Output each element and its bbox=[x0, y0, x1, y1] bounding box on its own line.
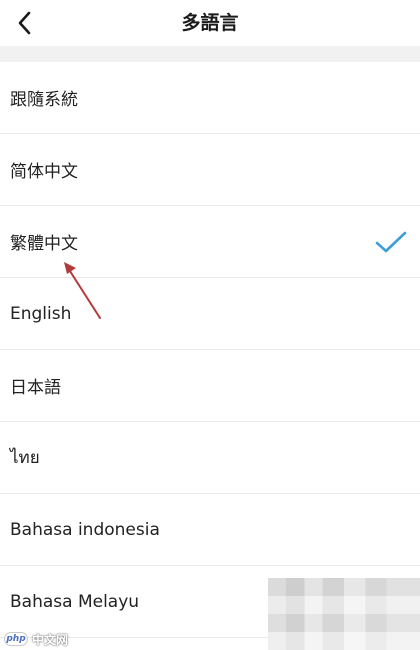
language-label: 跟隨系統 bbox=[10, 90, 78, 110]
language-item-traditional-chinese[interactable]: 繁體中文 bbox=[0, 206, 420, 278]
language-list: 跟隨系統 简体中文 繁體中文 English 日本語 ไทย Bahasa in… bbox=[0, 62, 420, 638]
pixelated-overlay bbox=[268, 578, 420, 650]
language-item-thai[interactable]: ไทย bbox=[0, 422, 420, 494]
language-item-english[interactable]: English bbox=[0, 278, 420, 350]
header-separator bbox=[0, 46, 420, 62]
language-label: ไทย bbox=[10, 448, 40, 468]
language-item-indonesian[interactable]: Bahasa indonesia bbox=[0, 494, 420, 566]
language-settings-screen: 多語言 跟隨系統 简体中文 繁體中文 English 日本語 ไทย Bahas… bbox=[0, 0, 420, 650]
language-item-simplified-chinese[interactable]: 简体中文 bbox=[0, 134, 420, 206]
language-label: English bbox=[10, 303, 72, 324]
language-item-follow-system[interactable]: 跟隨系統 bbox=[0, 62, 420, 134]
language-label: 日本語 bbox=[10, 378, 61, 398]
language-item-japanese[interactable]: 日本語 bbox=[0, 350, 420, 422]
language-label: 简体中文 bbox=[10, 162, 78, 182]
language-label: Bahasa indonesia bbox=[10, 519, 160, 540]
chevron-left-icon bbox=[18, 11, 31, 35]
page-title: 多語言 bbox=[181, 12, 239, 34]
checkmark-icon bbox=[375, 231, 407, 252]
language-label: 繁體中文 bbox=[10, 234, 78, 254]
back-button[interactable] bbox=[8, 6, 42, 40]
language-label: Bahasa Melayu bbox=[10, 591, 140, 612]
header-bar: 多語言 bbox=[0, 0, 420, 46]
